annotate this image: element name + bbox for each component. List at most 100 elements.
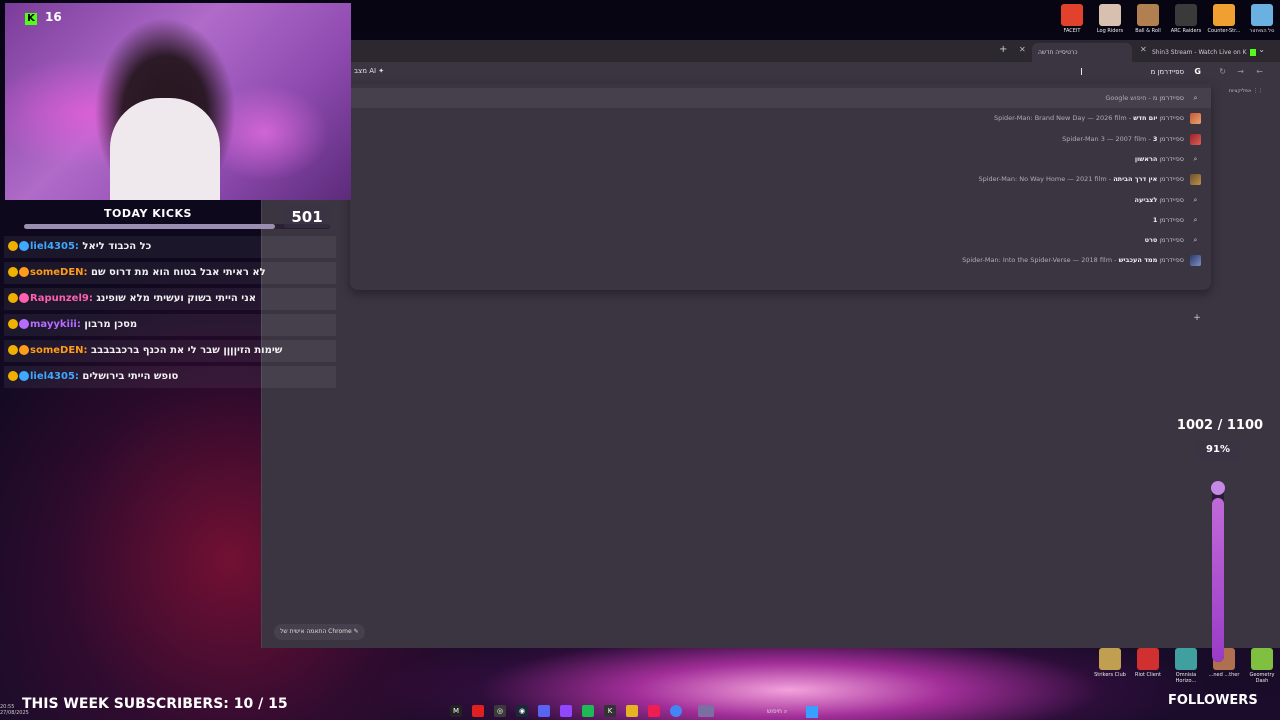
suggestion-item[interactable]: ספיידרמן יום חדש - Spider-Man: Brand New…: [350, 108, 1211, 128]
folder-icon[interactable]: [626, 705, 638, 717]
suggestion-completion: אין דרך הביתה: [1113, 175, 1158, 184]
app-icon: [1061, 4, 1083, 26]
desktop-shortcut[interactable]: Counter-Str...: [1207, 4, 1241, 34]
chat-username: someDEN:: [30, 345, 88, 356]
kicks-progress-fill: [24, 224, 275, 229]
desktop-shortcut[interactable]: Log Riders: [1093, 4, 1127, 34]
desktop-shortcut-label: Ball & Roll: [1135, 28, 1161, 34]
tiktok-icon[interactable]: [648, 705, 660, 717]
steam-icon[interactable]: ◉: [516, 705, 528, 717]
app-icon[interactable]: [698, 705, 714, 717]
kick-icon: [1249, 49, 1256, 56]
app-icon: [1137, 4, 1159, 26]
desktop-shortcut[interactable]: Omnisia Horizo...: [1169, 648, 1203, 684]
kick-counter: K 16: [25, 10, 62, 25]
plus-icon[interactable]: +: [1191, 312, 1203, 324]
desktop-shortcut[interactable]: Geometry Dash: [1245, 648, 1279, 684]
back-icon[interactable]: ←: [1256, 67, 1263, 76]
customize-chrome-button[interactable]: התאמה אישית של Chrome ✎: [274, 624, 365, 640]
close-tab-icon[interactable]: ✕: [1019, 45, 1026, 54]
suggestion-item[interactable]: ⌕ ספיידרמן 1: [350, 210, 1211, 230]
app-icon[interactable]: M: [450, 705, 462, 717]
spotify-icon[interactable]: [582, 705, 594, 717]
desktop-shortcut[interactable]: סל המיחזור: [1245, 4, 1279, 34]
goal-progress-track: [1212, 482, 1224, 662]
reload-icon[interactable]: ↻: [1219, 67, 1226, 76]
chrome-icon[interactable]: [670, 705, 682, 717]
chat-overlay: liel4305: כל הכבוד ליאל someDEN: לא ראיתי…: [4, 236, 336, 390]
desktop-shortcut-label: ...ned ...ther: [1208, 672, 1240, 678]
ai-mode-label: מצב AI: [354, 67, 377, 75]
desktop-shortcut-label: סל המיחזור: [1249, 28, 1275, 34]
chat-message: liel4305: סופש הייתי בירושלים: [4, 366, 336, 388]
new-tab-button[interactable]: +: [999, 44, 1007, 55]
suggestion-item[interactable]: ספיידרמן 3 - Spider-Man 3 — 2007 film: [350, 129, 1211, 149]
chat-message: someDEN: לא ראיתי אבל בטוח הוא מת דרוס ש…: [4, 262, 336, 284]
chevron-down-icon[interactable]: ⌄: [1258, 45, 1265, 54]
badge-icon: [19, 345, 29, 355]
search-icon: ⌕: [1193, 236, 1198, 245]
desktop-shortcut[interactable]: Ball & Roll: [1131, 4, 1165, 34]
apps-label: אפליקציות: [1228, 88, 1252, 94]
search-icon: ⌕: [1193, 195, 1198, 204]
movie-thumbnail-icon: [1190, 174, 1201, 186]
clock-date: 27/08/2025: [0, 710, 29, 716]
desktop-shortcut[interactable]: FACEIT: [1055, 4, 1089, 34]
badge-icon: [8, 293, 18, 303]
desktop-shortcut-label: Omnisia Horizo...: [1175, 672, 1197, 684]
toolbar: מצב AI ✦ I ספיידרמן מ G ↻ → ←: [262, 62, 1280, 84]
chat-text: שימות הזיןןןן שבר לי את הכנף ברכבבבבב: [91, 345, 283, 356]
app-icon: [1251, 648, 1273, 670]
search-label: חיפוש: [767, 708, 782, 715]
windows-start-icon[interactable]: [806, 706, 818, 718]
desktop-shortcut[interactable]: Riot Client: [1131, 648, 1165, 678]
badge-icon: [8, 345, 18, 355]
desktop-shortcut-label: ARC Raiders: [1170, 28, 1202, 34]
pencil-icon: ✎: [353, 628, 359, 635]
customize-label: התאמה אישית של Chrome: [280, 628, 352, 635]
suggestion-item[interactable]: ספיידרמן אין דרך הביתה - Spider-Man: No …: [350, 169, 1211, 189]
desktop-shortcut[interactable]: ARC Raiders: [1169, 4, 1203, 34]
suggestion-item[interactable]: ספיידרמן ממד העכביש - Spider-Man: Into t…: [350, 250, 1211, 270]
suggestion-prefix: ספיידרמן: [1157, 134, 1184, 143]
discord-icon[interactable]: [538, 705, 550, 717]
suggestion-item[interactable]: ⌕ ספיידרמן מ - חיפוש Google: [350, 88, 1211, 108]
google-icon: G: [1194, 67, 1201, 76]
omnibox-input[interactable]: ספיידרמן מ: [1151, 68, 1184, 76]
app-icon[interactable]: K: [604, 705, 616, 717]
tab-new-tab[interactable]: כרטיסייה חדשה: [1032, 43, 1132, 62]
taskbar-clock[interactable]: 20:55 27/08/2025: [0, 704, 29, 716]
today-kicks-label: TODAY KICKS: [104, 207, 192, 220]
ai-mode-button[interactable]: מצב AI ✦: [354, 67, 384, 75]
suggestion-prefix: ספיידרמן: [1157, 215, 1184, 224]
desktop-shortcut-label: Riot Client: [1135, 672, 1161, 678]
suggestion-completion: הראשון: [1134, 154, 1158, 163]
tab-kick-stream[interactable]: Shin3 Stream - Watch Live on K: [1146, 43, 1256, 62]
search-icon: ⌕: [783, 708, 788, 715]
forward-icon[interactable]: →: [1237, 67, 1244, 76]
followers-label: FOLLOWERS: [1168, 693, 1258, 708]
badge-icon: [19, 293, 29, 303]
apps-shortcut[interactable]: אפליקציות ⋮⋮: [1212, 84, 1280, 98]
desktop-shortcut-label: Strikers Club: [1094, 672, 1126, 678]
badge-icon: [19, 371, 29, 381]
chat-username: someDEN:: [30, 267, 88, 278]
desktop-shortcut[interactable]: Strikers Club: [1093, 648, 1127, 678]
app-icon: [1175, 4, 1197, 26]
chat-username: liel4305:: [30, 371, 79, 382]
browser-window: + ✕ כרטיסייה חדשה ✕ Shin3 Stream - Watch…: [261, 40, 1280, 648]
suggestion-description: Spider-Man: Into the Spider-Verse — 2018…: [962, 256, 1113, 265]
app-icon[interactable]: ◎: [494, 705, 506, 717]
taskbar-search[interactable]: חיפוש ⌕: [767, 708, 787, 716]
movie-thumbnail-icon: [1190, 133, 1201, 145]
streamer: [110, 98, 220, 200]
desktop-shortcut-label: Counter-Str...: [1207, 28, 1241, 34]
twitch-icon[interactable]: [560, 705, 572, 717]
record-icon[interactable]: [472, 705, 484, 717]
suggestion-item[interactable]: ⌕ ספיידרמן סרט: [350, 230, 1211, 250]
apps-grid-icon: ⋮⋮: [1253, 88, 1263, 94]
suggestion-item[interactable]: ⌕ ספיידרמן הראשון: [350, 149, 1211, 169]
suggestion-description: Spider-Man 3 — 2007 film: [1062, 134, 1147, 143]
suggestion-item[interactable]: ⌕ ספיידרמן לצביעה: [350, 190, 1211, 210]
app-icon: [1251, 4, 1273, 26]
